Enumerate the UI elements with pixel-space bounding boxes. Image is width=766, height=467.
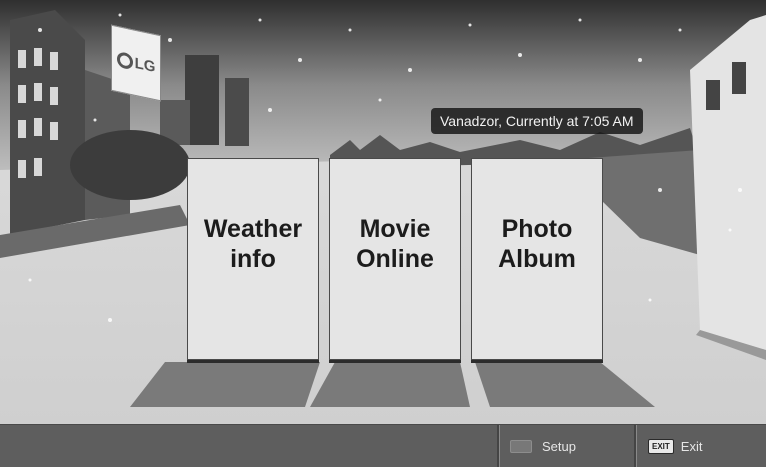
bar-divider (497, 425, 500, 467)
card-label-line2: Online (356, 245, 434, 273)
card-label-line1: Weather (203, 215, 303, 243)
bar-divider (634, 425, 637, 467)
exit-button[interactable]: EXIT Exit (648, 425, 702, 467)
location-time-text: Vanadzor, Currently at 7:05 AM (440, 113, 634, 129)
card-label-line2: Album (498, 245, 576, 273)
lg-logo-text: LG (134, 54, 156, 76)
lg-logo-sign: LG (111, 24, 161, 102)
setup-button[interactable]: Setup (510, 425, 576, 467)
photo-album-card[interactable]: Photo Album (471, 158, 603, 360)
lg-logo-icon (116, 50, 133, 71)
location-time-badge: Vanadzor, Currently at 7:05 AM (431, 108, 643, 134)
setup-label: Setup (542, 439, 576, 454)
card-label: Weather info (188, 214, 318, 274)
card-label: Photo Album (472, 214, 602, 274)
winter-city-background: LG Vanadzor, Currently at 7:05 AM Weathe… (0, 0, 766, 424)
bottom-control-bar: Setup EXIT Exit (0, 424, 766, 467)
exit-label: Exit (680, 439, 703, 454)
card-label-line1: Movie (359, 215, 431, 243)
card-label-line2: info (230, 245, 276, 273)
exit-key-icon: EXIT (648, 439, 674, 454)
weather-info-card[interactable]: Weather info (187, 158, 319, 360)
tv-home-screen: LG Vanadzor, Currently at 7:05 AM Weathe… (0, 0, 766, 467)
card-label-line1: Photo (501, 215, 573, 243)
movie-online-card[interactable]: Movie Online (329, 158, 461, 360)
card-label: Movie Online (330, 214, 460, 274)
setup-color-key-icon (510, 440, 532, 453)
